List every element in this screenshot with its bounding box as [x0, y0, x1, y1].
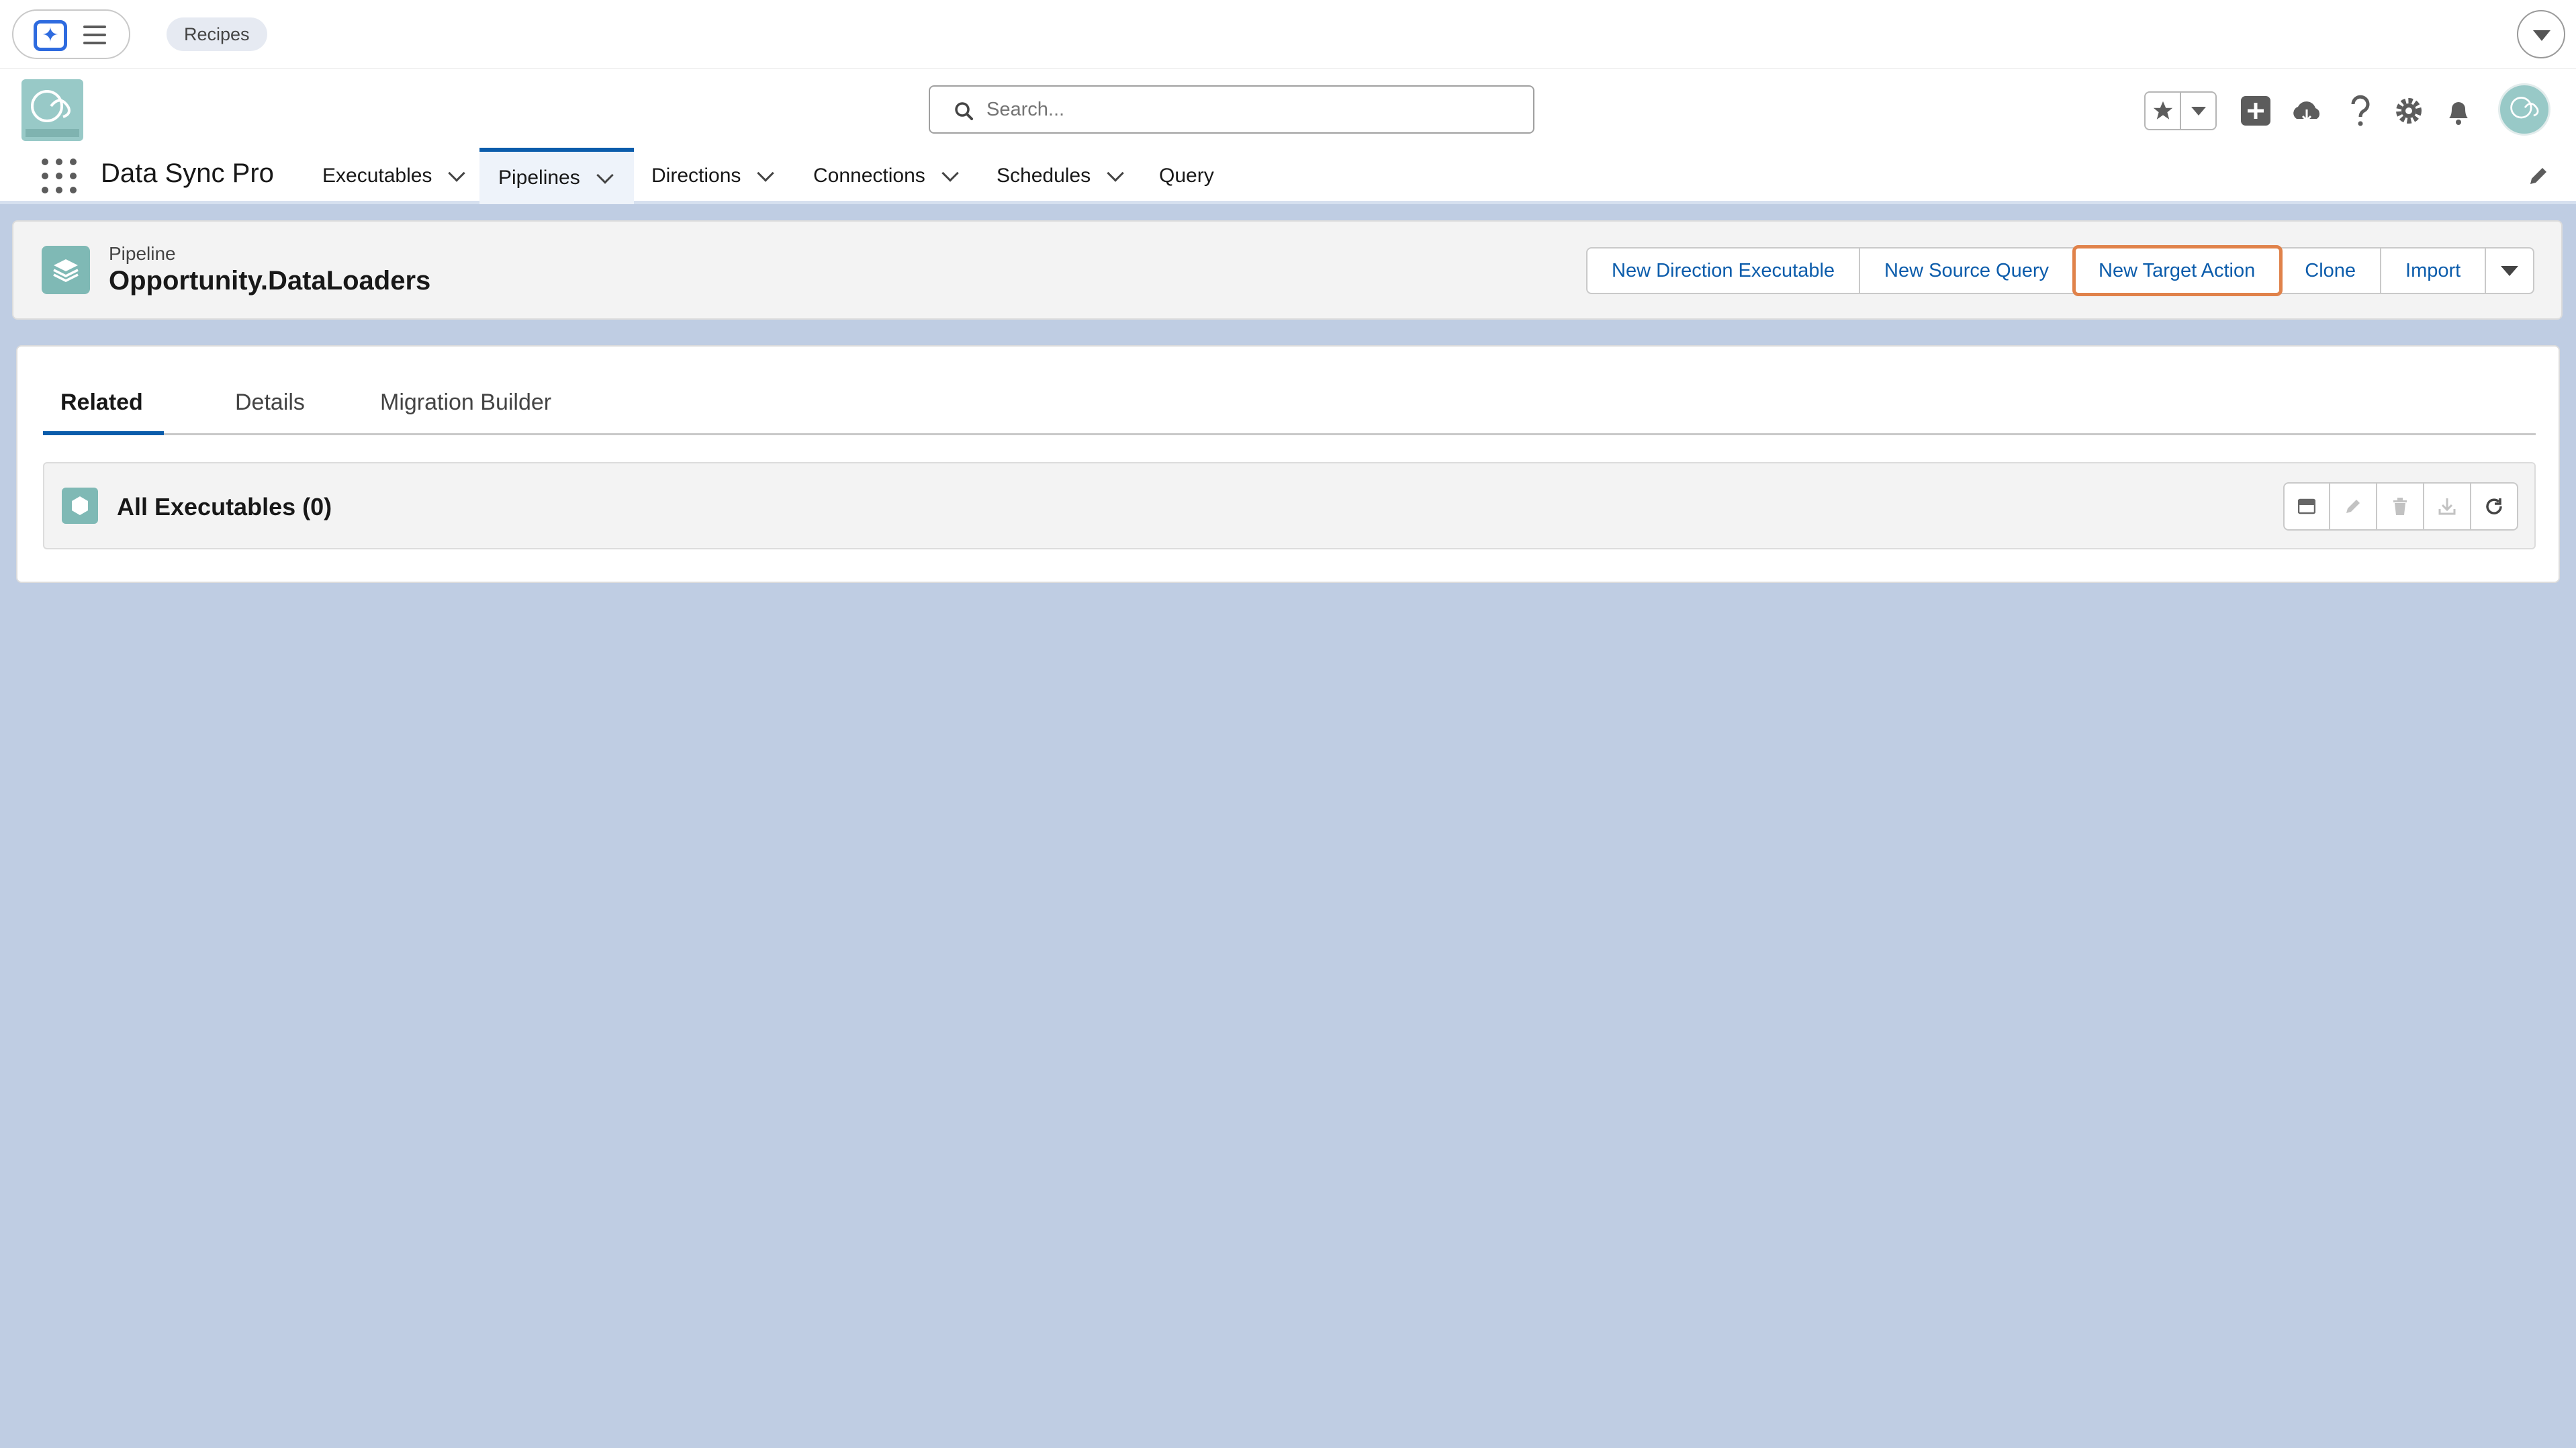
record-header: Pipeline Opportunity.DataLoaders New Dir… [12, 220, 2563, 320]
nav-item-schedules[interactable]: Schedules [978, 148, 1140, 204]
nav-item-label: Query [1159, 165, 1214, 187]
nav-item-label: Executables [322, 165, 432, 187]
favorites-chevron-down-icon[interactable] [2181, 93, 2215, 129]
app-launcher-icon[interactable] [42, 159, 77, 193]
related-list-title[interactable]: All Executables (0) [117, 493, 332, 521]
list-view-icon[interactable] [2283, 482, 2330, 531]
favorites-button-group[interactable] [2144, 91, 2217, 130]
app-name: Data Sync Pro [101, 159, 274, 188]
global-header [0, 69, 2576, 148]
new-source-query-button[interactable]: New Source Query [1860, 247, 2075, 294]
add-icon[interactable] [2236, 91, 2275, 130]
help-icon[interactable] [2341, 91, 2380, 130]
nav-item-label: Schedules [997, 165, 1091, 187]
app-launcher-toggle[interactable]: ✦ [12, 9, 130, 59]
tab-details[interactable]: Details [235, 390, 305, 416]
refresh-icon[interactable] [2471, 482, 2518, 531]
tab-bar: Related Details Migration Builder [43, 376, 2536, 435]
utility-dropdown-chevron-icon[interactable] [2517, 10, 2565, 58]
record-actions: New Direction Executable New Source Quer… [1586, 245, 2535, 296]
chevron-down-icon [2501, 265, 2519, 276]
active-tab-indicator [43, 431, 164, 435]
related-list-executables: All Executables (0) [43, 462, 2536, 549]
search-icon [955, 102, 973, 120]
avatar[interactable] [2498, 83, 2550, 136]
nav-item-query[interactable]: Query [1140, 148, 1233, 204]
cloud-icon[interactable] [2287, 91, 2326, 130]
import-button[interactable]: Import [2381, 247, 2487, 294]
tab-related[interactable]: Related [60, 390, 143, 416]
page-title: Opportunity.DataLoaders [109, 266, 431, 296]
edit-nav-pencil-icon[interactable] [2528, 165, 2549, 190]
edit-icon[interactable] [2330, 482, 2377, 531]
tab-migration-builder[interactable]: Migration Builder [380, 390, 551, 416]
executables-hexagon-icon [62, 488, 98, 524]
download-icon[interactable] [2424, 482, 2471, 531]
nav-item-directions[interactable]: Directions [633, 148, 790, 204]
pipeline-layers-icon [42, 246, 90, 294]
app-logo[interactable] [21, 79, 83, 141]
star-icon[interactable] [2146, 93, 2181, 129]
chevron-down-icon[interactable] [941, 165, 959, 182]
recipes-pill[interactable]: Recipes [167, 17, 267, 51]
chevron-down-icon[interactable] [1107, 165, 1124, 182]
record-type-label: Pipeline [109, 243, 176, 264]
record-detail-card: Related Details Migration Builder All Ex… [16, 345, 2560, 583]
nav-item-label: Directions [651, 165, 741, 187]
nav-item-connections[interactable]: Connections [794, 148, 975, 204]
nav-item-label: Connections [813, 165, 925, 187]
chevron-down-icon[interactable] [448, 165, 466, 182]
search-input[interactable] [986, 95, 1510, 124]
chevron-down-icon[interactable] [757, 165, 775, 182]
delete-icon[interactable] [2377, 482, 2424, 531]
spark-icon[interactable]: ✦ [34, 20, 67, 51]
nav-item-pipelines[interactable]: Pipelines [479, 148, 634, 204]
bell-icon[interactable] [2439, 91, 2478, 130]
navigation-bar: Data Sync Pro Executables Pipelines Dire… [0, 148, 2576, 204]
more-actions-button[interactable] [2486, 247, 2535, 294]
new-target-action-button[interactable]: New Target Action [2072, 245, 2283, 296]
clone-button[interactable]: Clone [2281, 247, 2382, 294]
nav-item-label: Pipelines [498, 167, 580, 189]
settings-icon[interactable] [2389, 91, 2428, 130]
utility-bar: ✦ Recipes [0, 0, 2576, 69]
new-direction-executable-button[interactable]: New Direction Executable [1586, 247, 1861, 294]
nav-item-executables[interactable]: Executables [304, 148, 481, 204]
related-list-tools [2283, 482, 2518, 531]
global-search[interactable] [929, 85, 1534, 134]
chevron-down-icon[interactable] [596, 167, 614, 184]
menu-icon[interactable] [83, 26, 106, 44]
